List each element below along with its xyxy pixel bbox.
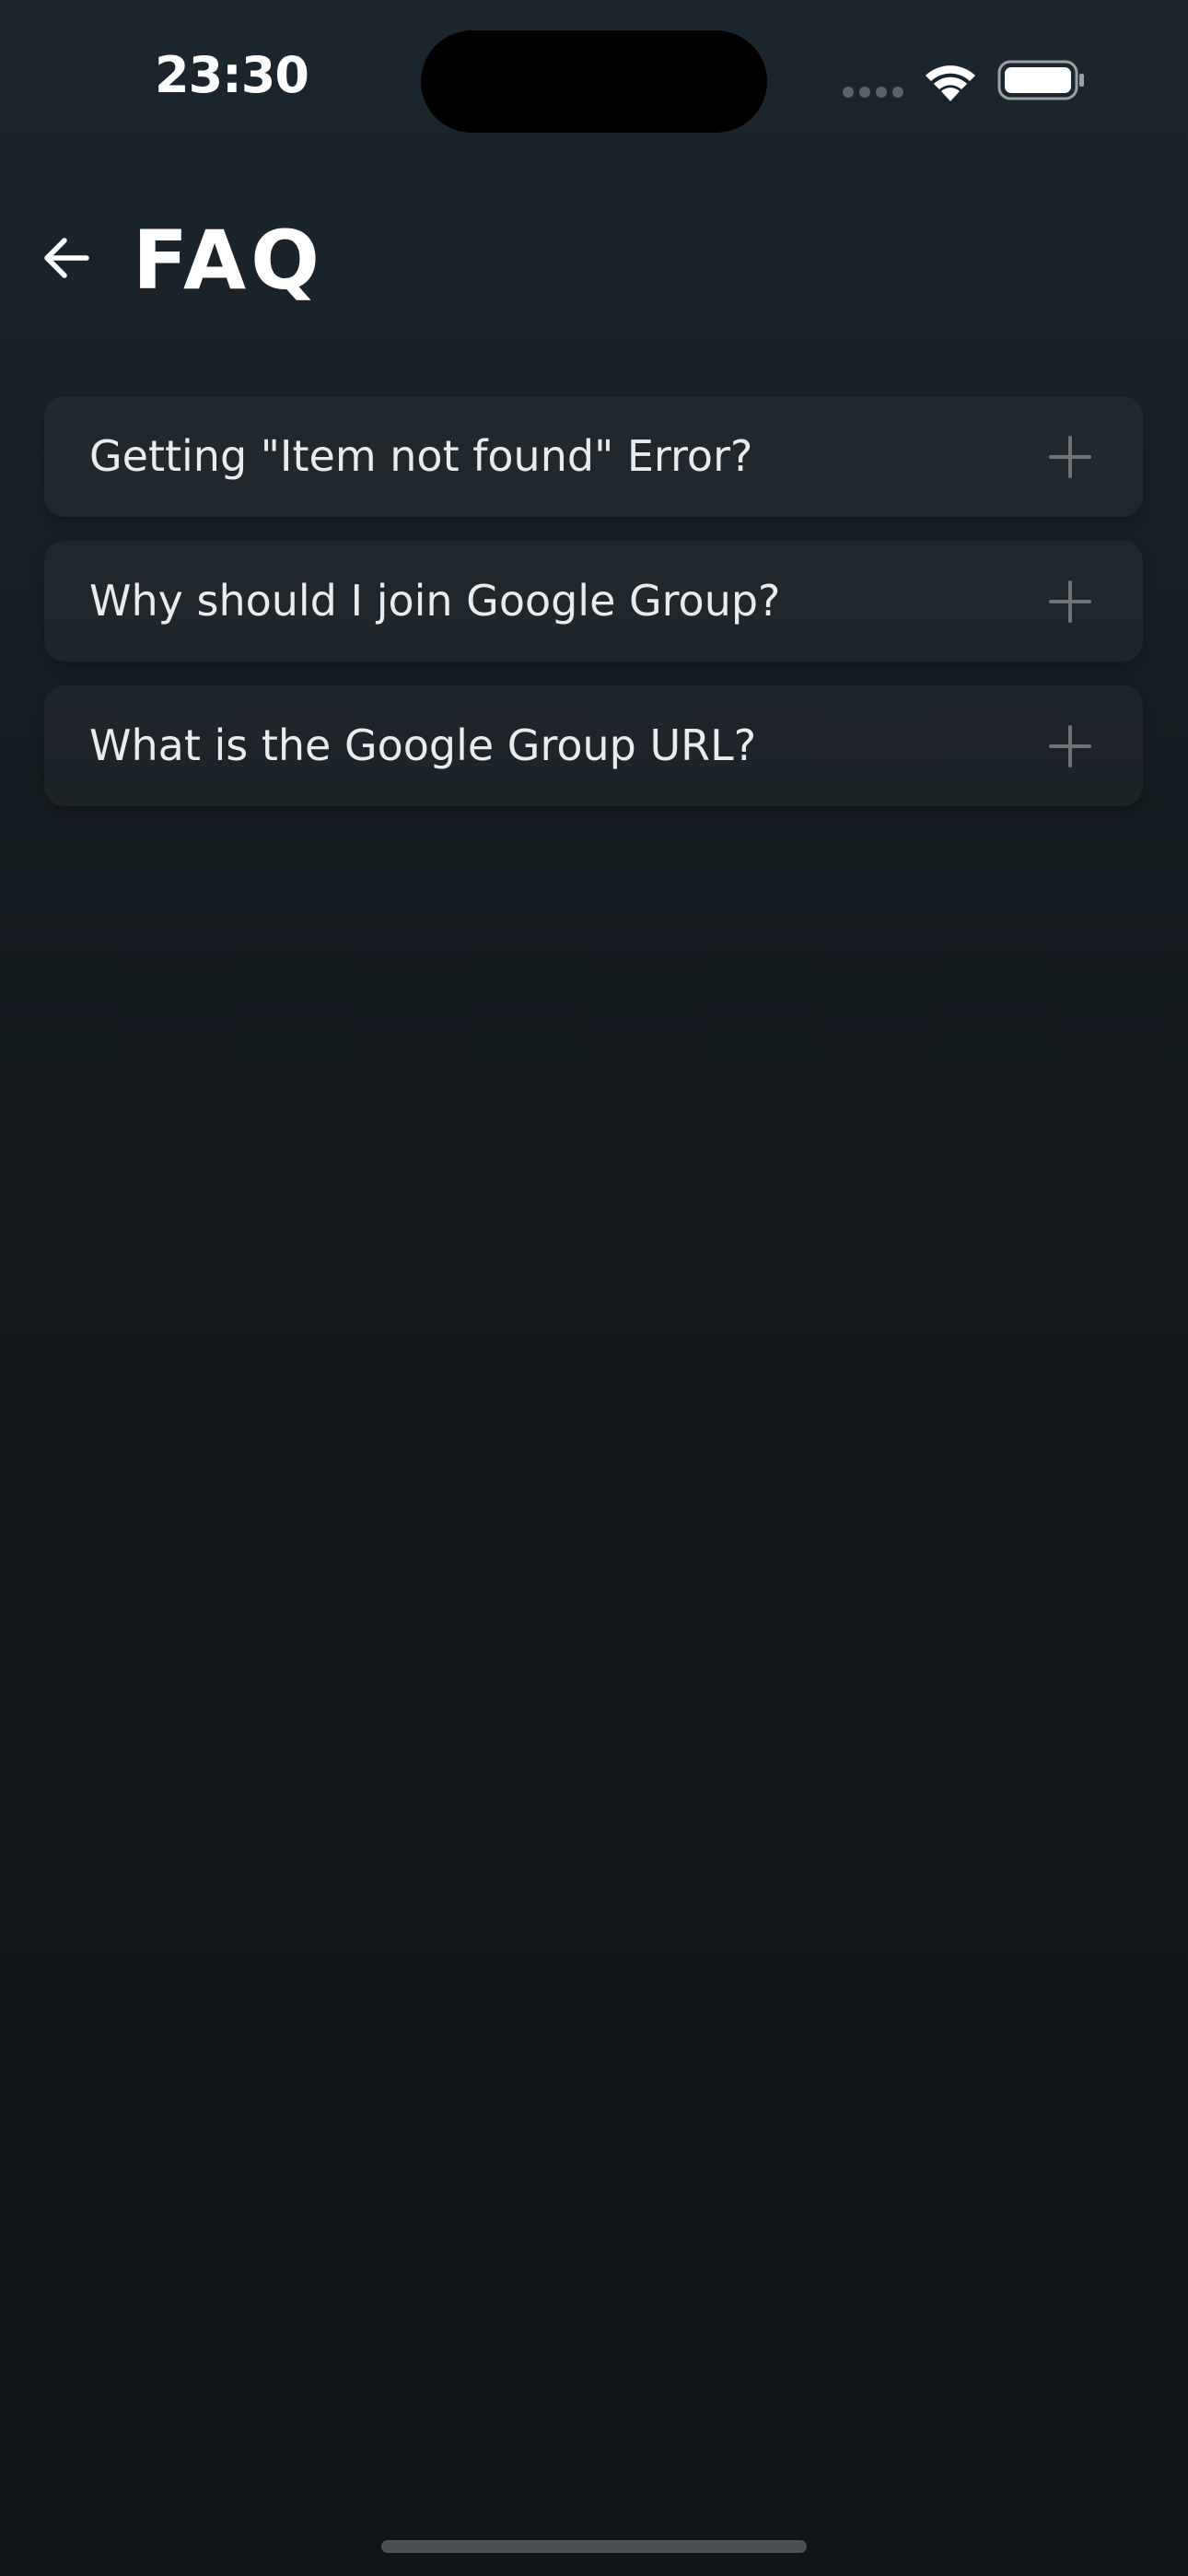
faq-item[interactable]: Getting "Item not found" Error? [44,396,1143,517]
battery-icon [997,60,1084,100]
cellular-signal-icon [843,87,905,100]
faq-item[interactable]: Why should I join Google Group? [44,541,1143,662]
faq-list: Getting "Item not found" Error? Why shou… [44,396,1143,830]
page-title: FAQ [133,213,324,308]
back-button[interactable] [33,225,99,291]
plus-icon[interactable] [1049,580,1091,623]
plus-icon[interactable] [1049,436,1091,478]
dynamic-island [421,30,767,133]
faq-question: What is the Google Group URL? [89,720,757,770]
page-header: FAQ [0,203,1188,322]
status-bar: 23:30 [0,0,1188,166]
arrow-left-icon [44,238,89,278]
faq-question: Why should I join Google Group? [89,576,781,626]
wifi-icon [926,65,975,101]
home-indicator[interactable] [381,2540,807,2553]
faq-question: Getting "Item not found" Error? [89,431,753,481]
plus-icon[interactable] [1049,725,1091,767]
status-time: 23:30 [155,46,309,104]
faq-item[interactable]: What is the Google Group URL? [44,685,1143,806]
